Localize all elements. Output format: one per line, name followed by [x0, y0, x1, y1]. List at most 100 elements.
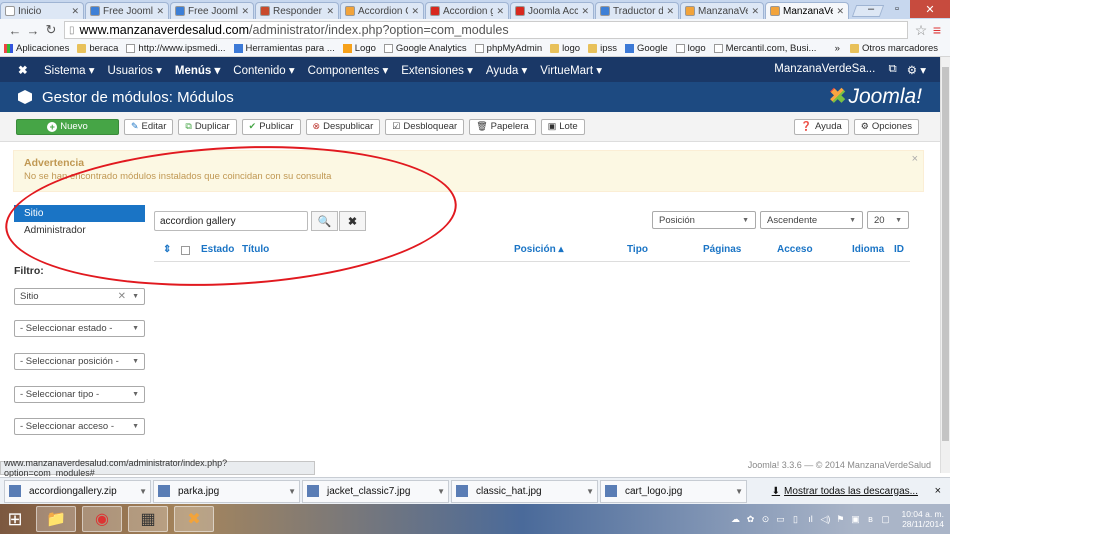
new-button[interactable]: + Nuevo [16, 118, 119, 135]
clock[interactable]: 10:04 a. m. 28/11/2014 [901, 509, 944, 529]
chevron-down-icon[interactable]: ▼ [586, 487, 594, 496]
reload-icon[interactable]: ↻ [42, 22, 60, 38]
browser-tab[interactable]: Accordion g ✕ [425, 2, 509, 19]
show-all-downloads-link[interactable]: ⬇ Mostrar todas las descargas... [772, 486, 918, 497]
publish-button[interactable]: ✔ Publicar [241, 118, 301, 135]
other-bookmarks[interactable]: Otros marcadores [849, 43, 938, 54]
column-type[interactable]: Tipo [627, 244, 648, 255]
download-item[interactable]: cart_logo.jpg ▼ [600, 479, 747, 503]
chevron-down-icon[interactable]: ▼ [139, 487, 147, 496]
bookmark-item[interactable]: Logo [342, 43, 376, 54]
download-item[interactable]: parka.jpg ▼ [153, 479, 300, 503]
tab-close-icon[interactable]: ✕ [666, 6, 674, 17]
ordering-select[interactable]: Posición ▼ [652, 211, 756, 229]
close-downloads-icon[interactable]: × [935, 485, 941, 497]
admin-menu-item[interactable]: Menús ▾ [175, 63, 220, 77]
browser-tab[interactable]: Free Joomla ✕ [85, 2, 169, 19]
maximize-icon[interactable]: ▫ [884, 0, 910, 18]
admin-menu-item[interactable]: Sistema ▾ [44, 63, 95, 77]
position-filter-select[interactable]: - Seleccionar posición - ▼ [14, 353, 145, 370]
bookmark-star-icon[interactable]: ☆ [912, 22, 930, 39]
flag-icon[interactable]: ⚑ [834, 514, 846, 525]
options-button[interactable]: ⚙ Opciones [853, 118, 919, 135]
bookmark-item[interactable]: logo [550, 43, 580, 54]
antivirus-icon[interactable]: ▣ [849, 514, 861, 525]
app-tray-icon[interactable]: ✿ [744, 514, 756, 525]
alert-close-icon[interactable]: × [912, 153, 918, 165]
bookmark-item[interactable]: Aplicaciones [4, 43, 69, 54]
type-filter-select[interactable]: - Seleccionar tipo - ▼ [14, 386, 145, 403]
bluetooth-icon[interactable]: ʙ [864, 514, 876, 525]
monitor-icon[interactable]: ▭ [774, 514, 786, 525]
browser-tab[interactable]: Free Joomla ✕ [170, 2, 254, 19]
unpublish-button[interactable]: ⊗ Despublicar [305, 118, 381, 135]
url-input[interactable]: ▯ www.manzanaverdesalud.com/administrato… [64, 21, 908, 39]
duplicate-button[interactable]: ⧉ Duplicar [178, 118, 237, 135]
clear-icon[interactable]: ✕ [118, 291, 126, 302]
tab-close-icon[interactable]: ✕ [411, 6, 419, 17]
admin-menu-item[interactable]: Componentes ▾ [308, 63, 389, 77]
bookmark-item[interactable]: Google [625, 43, 668, 54]
browser-tab[interactable]: Inicio ✕ [0, 2, 84, 19]
joomla-logo-icon[interactable]: ✖ [18, 63, 32, 77]
joomla-app-icon[interactable]: ✖ [174, 506, 214, 532]
bookmark-item[interactable]: http://www.ipsmedi... [126, 43, 226, 54]
browser-tab[interactable]: Responder T✕ [255, 2, 339, 19]
vertical-scrollbar[interactable] [940, 57, 950, 473]
download-item[interactable]: jacket_classic7.jpg ▼ [302, 479, 449, 503]
trash-button[interactable]: 🗑 Papelera [469, 118, 536, 135]
access-filter-select[interactable]: - Seleccionar acceso - ▼ [14, 418, 145, 435]
admin-menu-item[interactable]: VirtueMart ▾ [540, 63, 602, 77]
batch-button[interactable]: ▣ Lote [540, 118, 585, 135]
browser-tab[interactable]: ManzanaVer✕ [680, 2, 764, 19]
bookmark-item[interactable]: phpMyAdmin [474, 43, 542, 54]
tab-close-icon[interactable]: ✕ [156, 6, 164, 17]
limit-select[interactable]: 20 ▼ [867, 211, 909, 229]
window-close-icon[interactable]: ✕ [910, 0, 950, 18]
tab-close-icon[interactable]: ✕ [241, 6, 249, 17]
state-filter-select[interactable]: - Seleccionar estado - ▼ [14, 320, 145, 337]
scrollbar-thumb[interactable] [942, 67, 949, 441]
column-language[interactable]: Idioma [852, 244, 884, 255]
battery-icon[interactable]: ▯ [789, 514, 801, 525]
site-link[interactable]: ManzanaVerdeSa... ⧉ [764, 63, 896, 76]
column-access[interactable]: Acceso [777, 244, 813, 255]
file-explorer-icon[interactable]: 📁 [36, 506, 76, 532]
download-item[interactable]: accordiongallery.zip ▼ [4, 479, 151, 503]
browser-tab[interactable]: ManzanaVer✕ [765, 2, 849, 19]
chevron-down-icon[interactable]: ▼ [735, 487, 743, 496]
forward-icon[interactable]: → [24, 23, 42, 38]
admin-menu-item[interactable]: Usuarios ▾ [108, 63, 162, 77]
download-item[interactable]: classic_hat.jpg ▼ [451, 479, 598, 503]
tab-close-icon[interactable]: ✕ [71, 6, 79, 17]
user-settings-icon[interactable]: ⚙ ▾ [907, 63, 926, 77]
checkin-button[interactable]: ☑ Desbloquear [385, 118, 465, 135]
bookmark-item[interactable]: Mercantil.com, Busi... [713, 43, 816, 54]
edit-button[interactable]: ✎ Editar [124, 118, 174, 135]
bookmark-item[interactable]: Herramientas para ... [233, 43, 335, 54]
calculator-icon[interactable]: ▦ [128, 506, 168, 532]
tab-close-icon[interactable]: ✕ [836, 6, 844, 17]
tab-close-icon[interactable]: ✕ [496, 6, 504, 17]
admin-menu-item[interactable]: Contenido ▾ [233, 63, 294, 77]
back-icon[interactable]: ← [6, 23, 24, 38]
client-filter-select[interactable]: Sitio ✕ ▼ [14, 288, 145, 305]
bookmark-item[interactable]: logo [675, 43, 706, 54]
chrome-menu-icon[interactable]: ≡ [930, 22, 944, 38]
volume-icon[interactable]: ◁) [819, 514, 831, 525]
admin-menu-item[interactable]: Extensiones ▾ [401, 63, 473, 77]
bookmarks-overflow-button[interactable]: » [835, 43, 840, 54]
bookmark-item[interactable]: Google Analytics [383, 43, 467, 54]
column-id[interactable]: ID [894, 244, 904, 255]
network-icon[interactable]: ⊙ [759, 514, 771, 525]
bookmark-item[interactable]: ipss [588, 43, 617, 54]
tab-close-icon[interactable]: ✕ [751, 6, 759, 17]
chevron-down-icon[interactable]: ▼ [288, 487, 296, 496]
browser-tab[interactable]: Joomla Acco✕ [510, 2, 594, 19]
browser-tab[interactable]: Traductor de✕ [595, 2, 679, 19]
cloud-icon[interactable]: ☁ [729, 514, 741, 525]
column-pages[interactable]: Páginas [703, 244, 741, 255]
notification-icon[interactable]: ▢ [879, 514, 891, 525]
bookmark-item[interactable]: beraca [77, 43, 118, 54]
tab-close-icon[interactable]: ✕ [326, 6, 334, 17]
